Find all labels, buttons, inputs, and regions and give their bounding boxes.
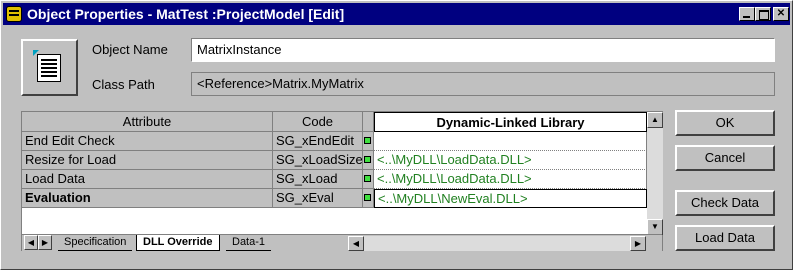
sheet-tab-bar: ◀ ▶ Specification DLL Override Data-1 ◀ … — [22, 234, 662, 251]
vertical-scrollbar[interactable]: ▲ ▼ — [647, 112, 663, 235]
green-led-icon — [364, 156, 371, 163]
tab-dll-override[interactable]: DLL Override — [136, 235, 220, 251]
object-properties-window: Object Properties - MatTest :ProjectMode… — [0, 0, 793, 270]
row-dll[interactable]: <..\MyDLL\LoadData.DLL> — [374, 170, 647, 189]
column-header-attribute[interactable]: Attribute — [22, 112, 273, 132]
row-code[interactable]: SG_xLoadSize — [273, 151, 363, 170]
green-led-icon — [364, 194, 371, 201]
green-led-icon — [364, 137, 371, 144]
tab-scroll-left-icon[interactable]: ◀ — [24, 235, 38, 250]
attribute-grid: Attribute Code Dynamic-Linked Library En… — [21, 111, 663, 251]
ok-button[interactable]: OK — [675, 110, 775, 136]
object-name-field[interactable]: MatrixInstance — [191, 38, 775, 62]
row-code[interactable]: SG_xEndEdit — [273, 132, 363, 151]
tab-data-1[interactable]: Data-1 — [226, 235, 272, 251]
row-attribute[interactable]: Load Data — [22, 170, 273, 189]
cancel-button[interactable]: Cancel — [675, 145, 775, 171]
load-data-button[interactable]: Load Data — [675, 225, 775, 251]
horizontal-scrollbar[interactable]: ◀ ▶ — [348, 236, 646, 251]
object-name-label: Object Name — [92, 42, 168, 57]
column-header-spacer — [363, 112, 374, 132]
row-code[interactable]: SG_xEval — [273, 189, 363, 208]
minimize-button[interactable] — [739, 7, 755, 21]
row-dll[interactable] — [374, 132, 647, 151]
class-path-label: Class Path — [92, 77, 155, 92]
column-header-dll[interactable]: Dynamic-Linked Library — [374, 112, 647, 132]
app-icon[interactable] — [6, 6, 22, 22]
row-dll-editing[interactable]: <..\MyDLL\NewEval.DLL> — [374, 189, 647, 208]
window-title: Object Properties - MatTest :ProjectMode… — [27, 6, 345, 22]
row-code[interactable]: SG_xLoad — [273, 170, 363, 189]
green-led-icon — [364, 175, 371, 182]
scroll-up-icon[interactable]: ▲ — [647, 112, 663, 128]
row-dll[interactable]: <..\MyDLL\LoadData.DLL> — [374, 151, 647, 170]
scroll-down-icon[interactable]: ▼ — [647, 219, 663, 235]
close-button[interactable]: ✕ — [773, 7, 789, 21]
row-attribute[interactable]: End Edit Check — [22, 132, 273, 151]
document-icon — [37, 54, 61, 82]
row-attribute[interactable]: Resize for Load — [22, 151, 273, 170]
row-indicator — [363, 170, 374, 189]
scroll-left-icon[interactable]: ◀ — [348, 236, 364, 251]
title-bar[interactable]: Object Properties - MatTest :ProjectMode… — [3, 3, 790, 25]
tab-scroll-right-icon[interactable]: ▶ — [38, 235, 52, 250]
row-attribute[interactable]: Evaluation — [22, 189, 273, 208]
class-path-field: <Reference>Matrix.MyMatrix — [191, 72, 775, 96]
row-indicator — [363, 189, 374, 208]
tab-specification[interactable]: Specification — [58, 235, 133, 251]
row-indicator — [363, 151, 374, 170]
row-indicator — [363, 132, 374, 151]
column-header-code[interactable]: Code — [273, 112, 363, 132]
check-data-button[interactable]: Check Data — [675, 190, 775, 216]
scroll-right-icon[interactable]: ▶ — [630, 236, 646, 251]
maximize-button[interactable] — [755, 7, 771, 21]
object-icon-button[interactable] — [21, 39, 78, 96]
